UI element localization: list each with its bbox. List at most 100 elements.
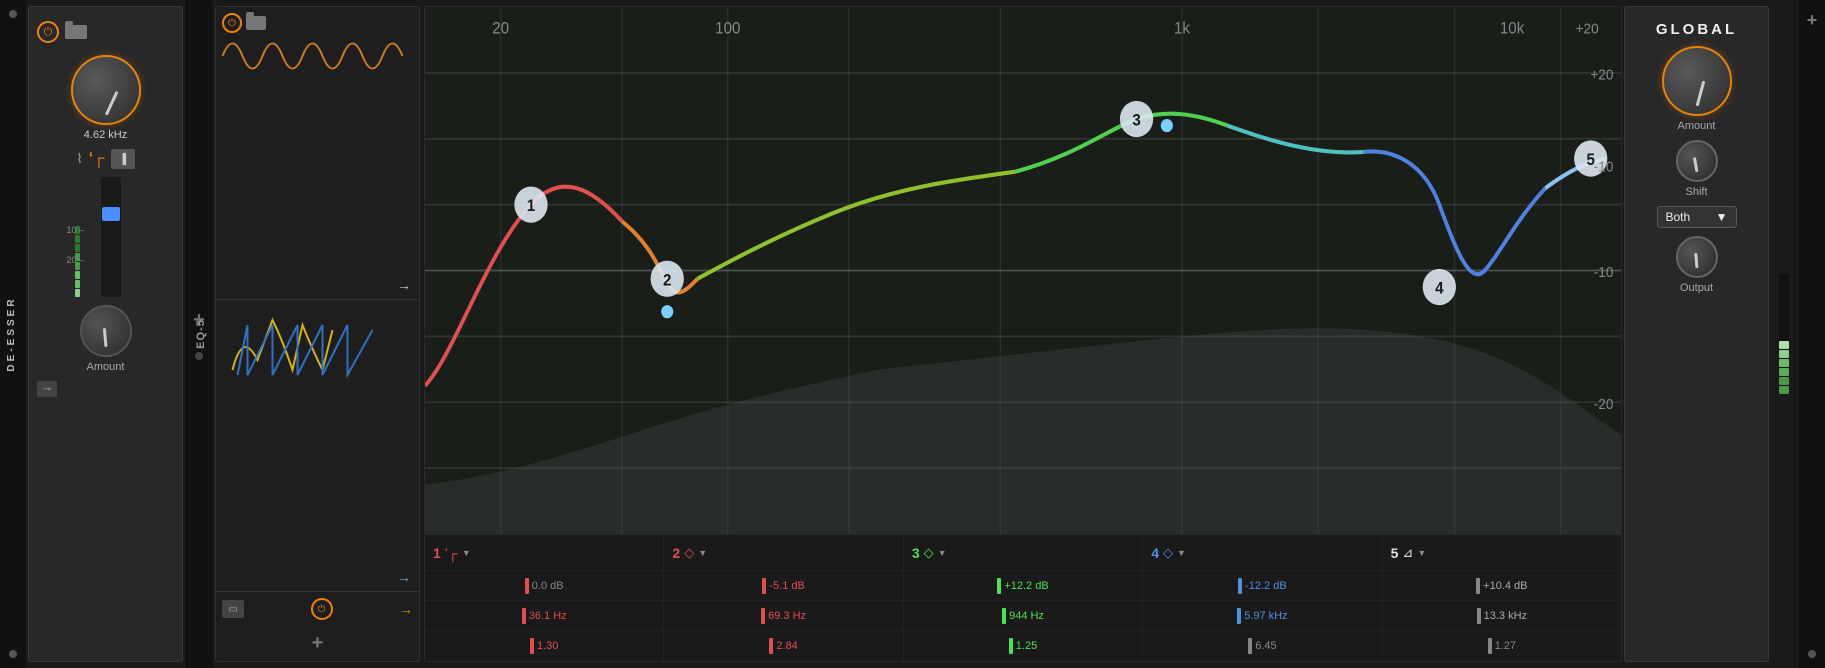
eq5-settings-btn[interactable]: ⏻ <box>311 598 333 620</box>
fader-thumb[interactable] <box>102 207 120 221</box>
de-esser-top-row: ⏻ <box>37 17 174 47</box>
svg-text:2: 2 <box>663 272 672 290</box>
band-2-freq-fader[interactable] <box>761 608 765 624</box>
band-3-q-val: 1.25 <box>1016 640 1037 652</box>
band-1-db-fader[interactable] <box>525 578 529 594</box>
de-esser-freq-knob[interactable] <box>71 55 141 125</box>
band-5-db-val: +10.4 dB <box>1483 580 1527 592</box>
eq5-label: EQ-5 <box>195 319 207 349</box>
vu-seg-3 <box>1779 368 1789 376</box>
eq5-add-btn[interactable]: + <box>312 632 324 655</box>
band-2-db-fader[interactable] <box>762 578 766 594</box>
band-4-db-val: -12.2 dB <box>1245 580 1287 592</box>
band-5-dropdown[interactable]: ▼ <box>1417 548 1426 558</box>
de-esser-amount-knob[interactable] <box>80 305 132 357</box>
global-shift-knob[interactable] <box>1676 140 1718 182</box>
band-3-q-cell: 1.25 <box>904 631 1143 661</box>
band-5-db-cell: +10.4 dB <box>1383 571 1621 600</box>
right-outer-strip: + <box>1799 0 1825 668</box>
band-3-q-fader[interactable] <box>1009 638 1013 654</box>
svg-text:+20: +20 <box>1590 67 1613 84</box>
global-output-knob[interactable] <box>1676 236 1718 278</box>
q-values-row: 1.30 2.84 1.25 6.45 1.27 <box>425 631 1621 661</box>
band-5-q-cell: 1.27 <box>1383 631 1621 661</box>
vu-seg-2 <box>1779 377 1789 385</box>
band-3-dropdown[interactable]: ▼ <box>938 548 947 558</box>
global-panel: GLOBAL Amount Shift Both ▼ Output <box>1624 6 1769 662</box>
band-4-dropdown[interactable]: ▼ <box>1177 548 1186 558</box>
eq5-arrow-right-2[interactable]: → <box>397 569 411 585</box>
band-1-q-val: 1.30 <box>537 640 558 652</box>
vu-seg-1 <box>1779 386 1789 394</box>
svg-text:20: 20 <box>492 20 509 38</box>
threshold-label-20: 20 – <box>66 255 84 265</box>
de-esser-amount-container: Amount <box>80 305 132 373</box>
svg-text:-20: -20 <box>1594 396 1614 413</box>
filter-icon-2[interactable]: ʻ┌ <box>89 150 105 168</box>
band-2-dropdown[interactable]: ▼ <box>698 548 707 558</box>
global-amount-container: Amount <box>1662 46 1732 132</box>
svg-text:100: 100 <box>715 20 740 38</box>
band-5-freq-fader[interactable] <box>1477 608 1481 624</box>
global-output-label: Output <box>1680 282 1713 294</box>
band-1-freq-fader[interactable] <box>522 608 526 624</box>
de-esser-power-btn[interactable]: ⏻ <box>37 21 59 43</box>
band-3-freq-fader[interactable] <box>1002 608 1006 624</box>
band-1-num: 1 <box>433 545 441 561</box>
fader-track <box>101 177 121 297</box>
band-1-dropdown[interactable]: ▼ <box>462 548 471 558</box>
band-5-freq-cell: 13.3 kHz <box>1383 601 1621 630</box>
vu-seg-5 <box>1779 350 1789 358</box>
eq5-folder-btn[interactable] <box>246 16 266 30</box>
eq-graph-area: 1 2 3 4 5 +20 -10 -20 <box>425 7 1621 534</box>
band-1-icon[interactable]: ʻ┌ <box>445 545 458 561</box>
right-strip-plus[interactable]: + <box>1807 10 1818 31</box>
fader-section: 10 – 20 – <box>37 177 174 297</box>
both-label: Both <box>1666 210 1691 224</box>
band-4-q-fader[interactable] <box>1248 638 1252 654</box>
svg-text:+20: +20 <box>1576 21 1599 38</box>
band-3-db-val: +12.2 dB <box>1004 580 1048 592</box>
de-esser-key-icon[interactable]: ⊸ <box>37 381 57 397</box>
band-5-db-fader[interactable] <box>1476 578 1480 594</box>
band-2-q-fader[interactable] <box>769 638 773 654</box>
both-dropdown[interactable]: Both ▼ <box>1657 206 1737 228</box>
band-4-db-fader[interactable] <box>1238 578 1242 594</box>
eq5-window-btn[interactable]: ▭ <box>222 600 244 618</box>
band-2-num: 2 <box>672 545 680 561</box>
de-esser-folder-btn[interactable] <box>65 25 87 39</box>
eq5-arrow-right[interactable]: → <box>397 277 411 293</box>
svg-text:3: 3 <box>1132 112 1141 130</box>
band-3-db-fader[interactable] <box>997 578 1001 594</box>
svg-text:10k: 10k <box>1500 20 1524 38</box>
global-amount-knob[interactable] <box>1662 46 1732 116</box>
band-2-icon[interactable]: ◇ <box>684 545 694 561</box>
band-3-icon[interactable]: ◇ <box>924 545 934 561</box>
band-3-num: 3 <box>912 545 920 561</box>
global-title: GLOBAL <box>1656 17 1737 38</box>
eq5-power-btn[interactable]: ⏻ <box>222 13 242 33</box>
band-2-db-val: -5.1 dB <box>769 580 804 592</box>
main-wrapper: DE-ESSER ⏻ 4.62 kHz ⌇ ʻ┌ ▐ <box>0 0 1825 668</box>
eq-svg: 1 2 3 4 5 +20 -10 -20 <box>425 7 1621 534</box>
band-2-q-val: 2.84 <box>776 640 797 652</box>
band-5-icon[interactable]: ⊿ <box>1402 545 1413 561</box>
eq5-arrow-orange[interactable]: → <box>399 601 413 617</box>
band-5-freq-val: 13.3 kHz <box>1484 610 1527 622</box>
band-3-freq-cell: 944 Hz <box>904 601 1143 630</box>
band-1-freq-cell: 36.1 Hz <box>425 601 664 630</box>
band-4-freq-fader[interactable] <box>1237 608 1241 624</box>
monitor-btn[interactable]: ▐ <box>111 149 135 169</box>
vu-right-main <box>1779 274 1789 394</box>
eq-main-display: 1 2 3 4 5 +20 -10 -20 <box>424 6 1622 662</box>
band-4-freq-cell: 5.97 kHz <box>1143 601 1382 630</box>
band-4-q-cell: 6.45 <box>1143 631 1382 661</box>
freq-values-row: 36.1 Hz 69.3 Hz 944 Hz 5.97 kHz 13.3 kHz <box>425 601 1621 631</box>
band-1-db-val: 0.0 dB <box>532 580 564 592</box>
band-5-q-fader[interactable] <box>1488 638 1492 654</box>
band-4-icon[interactable]: ◇ <box>1163 545 1173 561</box>
filter-icon-1[interactable]: ⌇ <box>76 151 82 167</box>
strip-dot-bottom <box>9 650 17 658</box>
mid-strip-dot <box>195 352 203 360</box>
band-1-q-fader[interactable] <box>530 638 534 654</box>
